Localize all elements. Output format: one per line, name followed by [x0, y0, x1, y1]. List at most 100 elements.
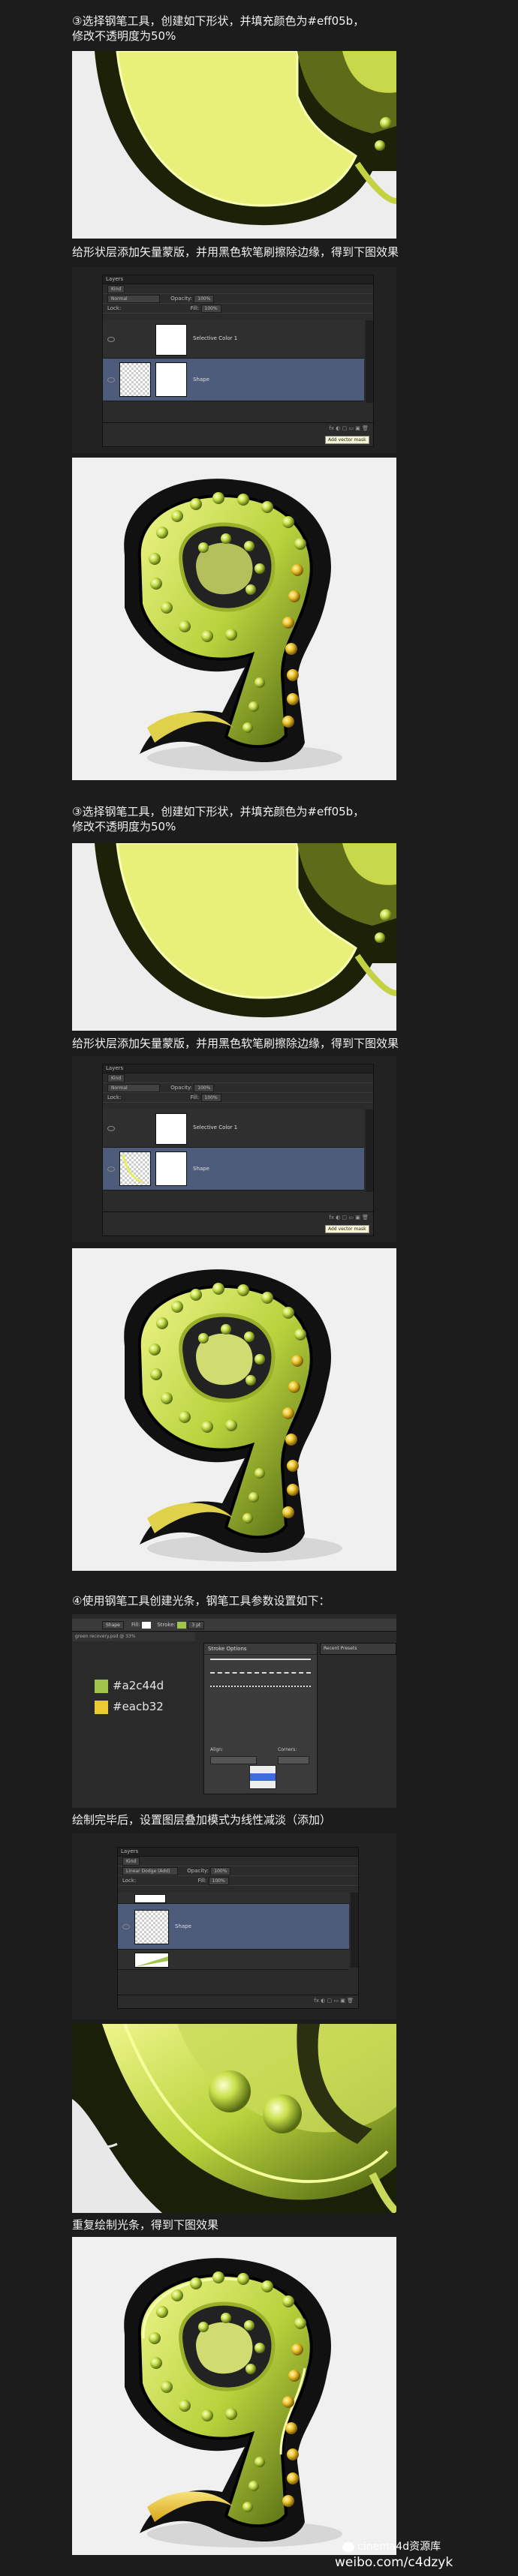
layer-shape[interactable]: Shape [118, 1904, 349, 1950]
filter-kind[interactable]: Kind [107, 284, 125, 293]
blend-caption: 绘制完毕后，设置图层叠加模式为线性减淡（添加） [72, 1813, 332, 1827]
step4-caption: ④使用钢笔工具创建光条，钢笔工具参数设置如下： [72, 1594, 330, 1608]
align-option-selected[interactable] [250, 1773, 276, 1781]
layer-name: Selective Color 1 [193, 1124, 238, 1130]
vector-mask-thumbnail [155, 362, 187, 397]
lock-label: Lock: [107, 1094, 122, 1100]
fill-value[interactable]: 100% [208, 1876, 229, 1885]
layers-panel: Layers Kind Normal Opacity: 100% Lock: F… [102, 275, 374, 447]
layer-thumbnail [134, 1953, 169, 1968]
layer-shape[interactable]: Shape [103, 359, 364, 401]
stroke-options-panel: Stroke Options Align: Corners: [203, 1643, 318, 1794]
align-dropdown[interactable] [249, 1765, 276, 1789]
layer-shape[interactable]: Shape [103, 1148, 364, 1190]
lightstrip-closeup [72, 2024, 396, 2213]
layer-thumbnail [155, 1113, 187, 1145]
step3b-caption-line1: ③选择钢笔工具，创建如下形状，并填充颜色为#eff05b， [72, 805, 365, 818]
corners-select[interactable] [278, 1756, 309, 1764]
add-vector-mask-tooltip: Add vector mask [325, 1225, 369, 1233]
stroke-swatch[interactable] [177, 1621, 187, 1629]
panel-footer-icons: fx ◐ ▢ ▭ ▣ 🗑 [103, 1211, 373, 1223]
add-vector-mask-tooltip: Add vector mask [325, 436, 369, 444]
blend-mode-select[interactable]: Linear Dodge (Add) [122, 1866, 178, 1875]
layer-selective-color[interactable]: Selective Color 1 [103, 320, 364, 359]
shape-preview-1 [72, 51, 396, 239]
eye-icon[interactable] [107, 377, 115, 383]
letter-g-render [72, 2237, 396, 2555]
color2-hex: #eacb32 [113, 1700, 164, 1713]
render-result-final [72, 2237, 396, 2555]
layer-name: Shape [175, 1923, 191, 1929]
fill-value[interactable]: 100% [200, 304, 221, 313]
lock-label: Lock: [107, 305, 122, 311]
scrollbar[interactable] [366, 320, 373, 403]
blend-layers-screenshot: Layers Kind Linear Dodge (Add) Opacity: … [72, 1833, 396, 2019]
repeat-caption: 重复绘制光条，得到下图效果 [72, 2218, 219, 2232]
layer-thumbnail [134, 1894, 166, 1903]
opacity-label: Opacity: [187, 1868, 209, 1874]
eye-icon[interactable] [107, 1126, 115, 1131]
letter-g-render [72, 1248, 396, 1571]
shape-preview-2 [72, 843, 396, 1031]
opacity-value[interactable]: 100% [194, 1083, 215, 1092]
panel-footer-icons: fx ◐ ▢ ▭ ▣ 🗑 [103, 422, 373, 434]
step3b-caption-line2: 修改不透明度为50% [72, 820, 176, 833]
document-tab[interactable]: green recovery.psd @ 33% [72, 1632, 195, 1641]
color1-hex: #a2c44d [113, 1679, 164, 1692]
color-swatch-2 [95, 1700, 108, 1714]
layer-above[interactable] [118, 1893, 349, 1904]
tool-mode-select[interactable]: Shape [102, 1620, 124, 1629]
panel-title: Layers [103, 275, 373, 284]
layer-thumbnail [119, 1151, 151, 1186]
eye-icon[interactable] [107, 1166, 115, 1172]
filter-kind[interactable]: Kind [107, 1073, 125, 1082]
layer-name: Shape [193, 1166, 209, 1172]
pen-tool-options-screenshot: Shape Fill: Stroke: 3 pt green recovery.… [72, 1614, 396, 1808]
line-style-solid[interactable] [210, 1659, 311, 1660]
eye-icon[interactable] [122, 1924, 130, 1929]
layer-selective-color[interactable]: Selective Color 1 [103, 1109, 364, 1148]
layer-name: Selective Color 1 [193, 335, 238, 341]
opacity-value[interactable]: 100% [194, 294, 215, 303]
stroke-options-title: Stroke Options [204, 1644, 317, 1655]
fill-label: Fill: [190, 305, 200, 311]
stroke-label: Stroke: [157, 1622, 176, 1628]
layers-panel-screenshot-2: Layers Kind Normal Opacity: 100% Lock: F… [72, 1056, 396, 1242]
align-label: Align: [210, 1747, 224, 1752]
stroke-size[interactable]: 3 pt [188, 1620, 205, 1629]
layer-thumbnail [119, 362, 151, 397]
line-style-dotted[interactable] [210, 1686, 311, 1687]
step3a-caption-line2: 修改不透明度为50% [72, 29, 176, 43]
layer-below[interactable] [118, 1950, 349, 1970]
fill-label: Fill: [131, 1622, 140, 1628]
step3a-caption-line1: ③选择钢笔工具，创建如下形状，并填充颜色为#eff05b， [72, 14, 365, 28]
options-bar: Shape Fill: Stroke: 3 pt [72, 1619, 396, 1632]
filter-kind[interactable]: Kind [122, 1857, 140, 1866]
layer-thumbnail [155, 324, 187, 356]
eye-icon[interactable] [107, 337, 115, 342]
color-swatch-1 [95, 1679, 108, 1693]
layers-panel: Layers Kind Normal Opacity: 100% Lock: F… [102, 1064, 374, 1236]
scrollbar[interactable] [351, 1893, 358, 1968]
layer-thumbnail [134, 1910, 169, 1944]
step3a-mask-caption: 给形状层添加矢量蒙版，并用黑色软笔刷擦除边缘，得到下图效果 [72, 245, 399, 259]
letter-g-render [72, 458, 396, 780]
scrollbar[interactable] [366, 1109, 373, 1192]
opacity-label: Opacity: [170, 1085, 193, 1091]
panel-title: Layers [118, 1848, 358, 1857]
weibo-icon [342, 2541, 354, 2552]
layers-panel-screenshot-1: Layers Kind Normal Opacity: 100% Lock: F… [72, 267, 396, 453]
corners-label: Corners: [278, 1747, 297, 1752]
layer-name: Shape [193, 377, 209, 383]
recent-presets[interactable]: Recent Presets [320, 1643, 396, 1655]
align-select[interactable] [210, 1756, 257, 1764]
fill-swatch[interactable] [141, 1621, 151, 1629]
blend-mode-select[interactable]: Normal [107, 294, 160, 303]
line-style-dashed[interactable] [210, 1672, 311, 1674]
opacity-label: Opacity: [170, 296, 193, 302]
fill-value[interactable]: 100% [200, 1093, 221, 1102]
opacity-value[interactable]: 100% [210, 1866, 231, 1875]
fill-label: Fill: [197, 1878, 207, 1884]
blend-mode-select[interactable]: Normal [107, 1083, 160, 1092]
render-result-1 [72, 458, 396, 780]
